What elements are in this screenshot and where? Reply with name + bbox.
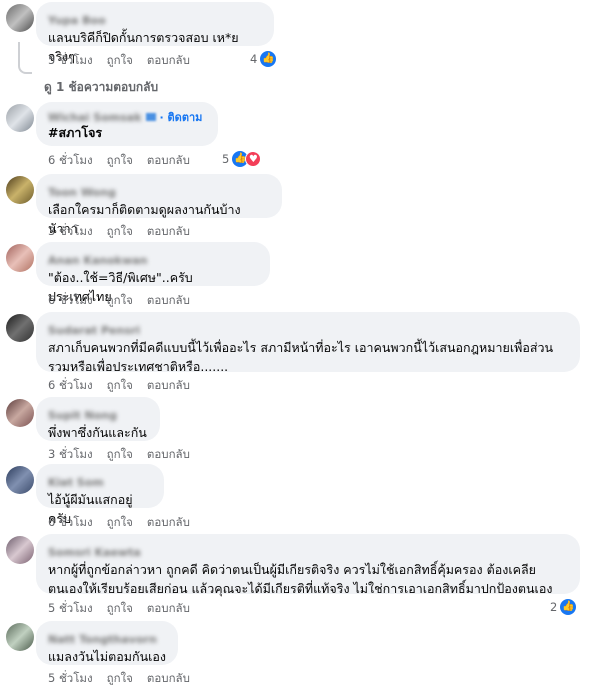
avatar[interactable] [6,104,34,132]
like-button[interactable]: ถูกใจ [107,601,133,615]
comment-author[interactable]: Wichai Somsak [48,111,142,125]
reply-button[interactable]: ตอบกลับ [147,153,190,167]
comment-text: พึ่งพาซึ่งกันและกัน [48,425,147,440]
comment-actions: 5 ชั่วโมง ถูกใจ ตอบกลับ [48,52,204,70]
reaction-number: 2 [550,600,558,614]
reply-button[interactable]: ตอบกลับ [147,447,190,461]
comment-bubble: Somsri Kaewta หากผู้ที่ถูกข้อกล่าวหา ถูก… [36,534,580,596]
comment-actions: 6 ชั่วโมง ถูกใจ ตอบกลับ [48,292,204,310]
comment-bubble: Anan Kanokwan "ต้อง..ใช้=วิธี/พิเศษ"..คร… [36,242,270,304]
comment-time[interactable]: 5 ชั่วโมง [48,53,93,67]
comment-author[interactable]: Toon Wong [48,186,116,200]
comment-author[interactable]: Yupa Boo [48,14,106,28]
avatar[interactable] [6,466,34,494]
avatar[interactable] [6,314,34,342]
comment-author[interactable]: Supit Nong [48,409,117,423]
like-button[interactable]: ถูกใจ [107,53,133,67]
avatar[interactable] [6,399,34,427]
comment-actions: 3 ชั่วโมง ถูกใจ ตอบกลับ [48,446,204,464]
comment-actions: 5 ชั่วโมง ถูกใจ ตอบกลับ [48,600,204,618]
comment-time[interactable]: 6 ชั่วโมง [48,153,93,167]
comment-bubble: Natt Tongthavorn แมลงวันไม่ตอมกันเอง [36,621,178,665]
reply-button[interactable]: ตอบกลับ [147,378,190,392]
reaction-count[interactable]: 4 👍 [250,51,277,67]
like-button[interactable]: ถูกใจ [107,224,133,238]
like-reaction-icon: 👍 [260,51,277,67]
comment-actions: 6 ชั่วโมง ถูกใจ ตอบกลับ [48,377,204,395]
comment-time[interactable]: 6 ชั่วโมง [48,293,93,307]
verified-badge-icon [145,112,156,121]
reply-thread-line [18,42,32,74]
comment-time[interactable]: 3 ชั่วโมง [48,224,93,238]
reaction-number: 4 [250,52,258,66]
comment-text: หากผู้ที่ถูกข้อกล่าวหา ถูกคดี คิดว่าตนเป… [48,562,553,596]
avatar[interactable] [6,244,34,272]
like-button[interactable]: ถูกใจ [107,671,133,685]
comment-author[interactable]: Natt Tongthavorn [48,633,157,647]
reply-button[interactable]: ตอบกลับ [147,293,190,307]
reaction-count[interactable]: 2 👍 [550,599,577,615]
view-replies-link[interactable]: ดู 1 ช้อความตอบกลับ [44,78,158,97]
comment-time[interactable]: 3 ชั่วโมง [48,447,93,461]
like-reaction-icon: 👍 [560,599,577,615]
reply-button[interactable]: ตอบกลับ [147,671,190,685]
avatar[interactable] [6,176,34,204]
like-button[interactable]: ถูกใจ [107,515,133,529]
comment-time[interactable]: 5 ชั่วโมง [48,601,93,615]
avatar[interactable] [6,623,34,651]
avatar[interactable] [6,536,34,564]
like-button[interactable]: ถูกใจ [107,293,133,307]
love-reaction-icon: ♥ [245,151,262,167]
comment-bubble: Kiat Som ไอ้นู้ผีมันแสกอยู่ครับ [36,464,164,526]
comment-author[interactable]: Somsri Kaewta [48,546,141,560]
follow-button[interactable]: · ติดตาม [160,111,203,124]
comment-bubble: Sudarat Pensri สภาเก็บคนพวกที่มีคดีแบบนี… [36,312,580,374]
comment-author[interactable]: Kiat Som [48,476,104,490]
comment-actions: 6 ชั่วโมง ถูกใจ ตอบกลับ [48,152,204,170]
like-button[interactable]: ถูกใจ [107,153,133,167]
comment-time[interactable]: 6 ชั่วโมง [48,378,93,392]
comment-text: แมลงวันไม่ตอมกันเอง [48,649,167,664]
comment-actions: 6 ชั่วโมง ถูกใจ ตอบกลับ [48,514,204,532]
comment-bubble: Yupa Boo แลนบริคีก็ปิดกั้นการตรวจสอบ เห*… [36,2,274,64]
reply-button[interactable]: ตอบกลับ [147,53,190,67]
comment-bubble: Wichai Somsak · ติดตาม #สภาโจร [36,102,218,146]
reaction-count[interactable]: 5 👍 ♥ [222,151,262,167]
comment-bubble: Supit Nong พึ่งพาซึ่งกันและกัน [36,397,160,441]
avatar[interactable] [6,4,34,32]
comment-actions: 3 ชั่วโมง ถูกใจ ตอบกลับ [48,223,204,241]
comment-time[interactable]: 5 ชั่วโมง [48,671,93,685]
comment-text: สภาเก็บคนพวกที่มีคดีแบบนี้ไว้เพื่ออะไร ส… [48,340,554,374]
comment-author[interactable]: Sudarat Pensri [48,324,140,338]
reply-button[interactable]: ตอบกลับ [147,224,190,238]
comment-author[interactable]: Anan Kanokwan [48,254,148,268]
reply-button[interactable]: ตอบกลับ [147,601,190,615]
like-button[interactable]: ถูกใจ [107,447,133,461]
reply-button[interactable]: ตอบกลับ [147,515,190,529]
comment-bubble: Toon Wong เลือกใครมาก็ติดตามดูผลงานกันบ้… [36,174,282,236]
comment-text: #สภาโจร [48,125,103,140]
like-button[interactable]: ถูกใจ [107,378,133,392]
comment-time[interactable]: 6 ชั่วโมง [48,515,93,529]
reaction-number: 5 [222,152,230,166]
comment-actions: 5 ชั่วโมง ถูกใจ ตอบกลับ [48,670,204,688]
